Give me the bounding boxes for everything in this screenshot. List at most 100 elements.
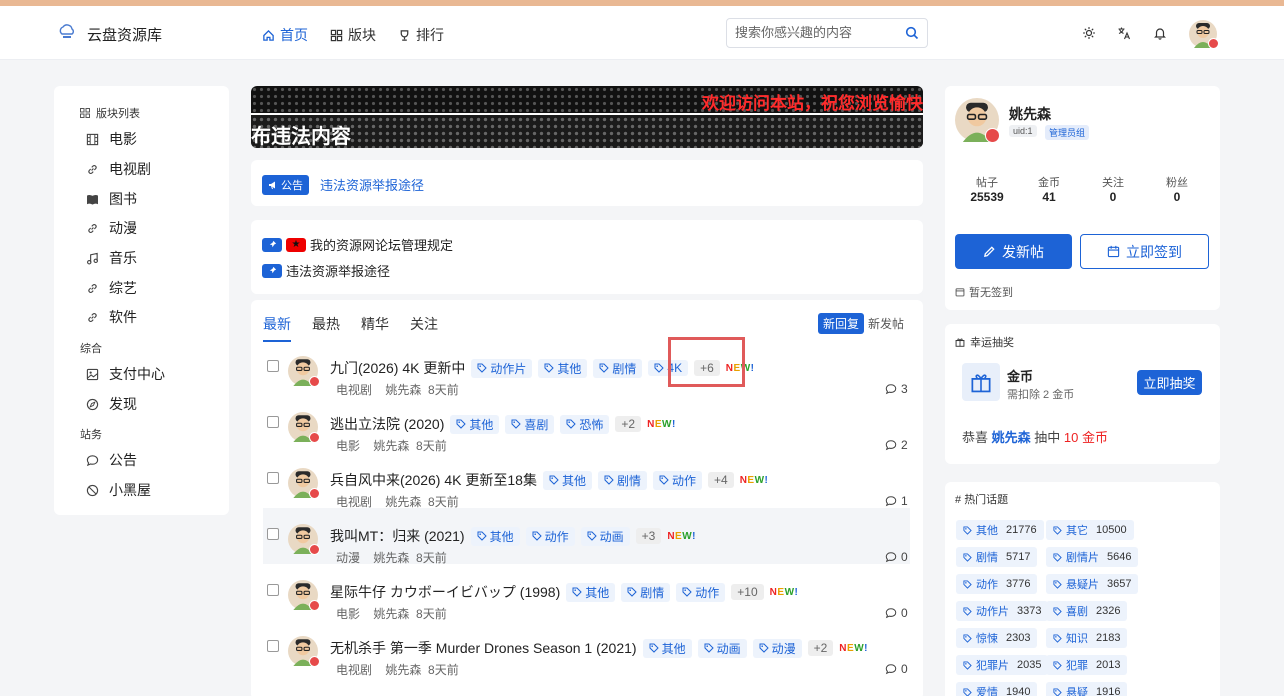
thread-tag[interactable]: 动作 — [525, 526, 575, 546]
thread-tag[interactable]: 剧情 — [621, 582, 671, 602]
thread-author-avatar[interactable] — [288, 468, 320, 499]
thread-author[interactable]: 姚先森 — [373, 607, 409, 621]
topic-tag[interactable]: 剧情 5717 — [956, 547, 1038, 567]
thread-author-avatar[interactable] — [288, 412, 320, 443]
thread-tag[interactable]: 剧情 — [593, 358, 643, 378]
thread-title[interactable]: 我叫MT：归来 (2021) — [330, 526, 465, 546]
bell-icon[interactable] — [1153, 26, 1167, 40]
thread-row[interactable]: 九门(2026) 4K 更新中 动作片 其他 剧情 4K +6 NEW! 电视剧 姚先森 8天… — [251, 340, 923, 397]
pinned-thread[interactable]: 违法资源举报途径 — [262, 261, 390, 280]
new-post-button[interactable]: 发新帖 — [955, 234, 1072, 269]
sidebar-item-books[interactable]: 图书 — [86, 189, 137, 209]
thread-author-avatar[interactable] — [288, 356, 320, 387]
thread-title[interactable]: 兵自风中来(2026) 4K 更新至18集 — [330, 470, 537, 490]
thread-author-avatar[interactable] — [288, 636, 320, 667]
thread-checkbox[interactable] — [267, 584, 279, 596]
topic-tag[interactable]: 动作片 3373 — [956, 601, 1049, 621]
sidebar-item-software[interactable]: 软件 — [86, 307, 137, 327]
nav-home[interactable]: 首页 — [262, 25, 308, 45]
sidebar-item-tv[interactable]: 电视剧 — [86, 159, 151, 179]
thread-tag[interactable]: 喜剧 — [505, 414, 555, 434]
theme-toggle-sun-icon[interactable] — [1082, 26, 1096, 40]
thread-tag[interactable]: 其他 — [538, 358, 588, 378]
tab-following[interactable]: 关注 — [410, 314, 438, 342]
tab-hot[interactable]: 最热 — [312, 314, 340, 342]
topic-tag[interactable]: 喜剧 2326 — [1046, 601, 1128, 621]
thread-title[interactable]: 九门(2026) 4K 更新中 — [330, 358, 465, 378]
tab-featured[interactable]: 精华 — [361, 314, 389, 342]
lottery-winner[interactable]: 姚先森 — [992, 430, 1031, 445]
thread-more-tags[interactable]: +3 — [635, 528, 662, 544]
thread-author-avatar[interactable] — [288, 580, 320, 611]
site-logo-icon[interactable] — [58, 23, 76, 41]
thread-row[interactable]: 星际牛仔 カウボーイビバップ (1998) 其他 剧情 动作 +10 NEW! 电影 姚先森… — [251, 564, 923, 621]
site-name[interactable]: 云盘资源库 — [87, 24, 162, 45]
thread-more-tags[interactable]: +2 — [615, 416, 642, 432]
thread-tag[interactable]: 动作片 — [471, 358, 533, 378]
topic-tag[interactable]: 犯罪 2013 — [1046, 655, 1128, 675]
thread-checkbox[interactable] — [267, 528, 279, 540]
thread-tag[interactable]: 其他 — [470, 526, 520, 546]
topic-tag[interactable]: 悬疑 1916 — [1046, 682, 1128, 696]
topic-tag[interactable]: 其它 10500 — [1046, 520, 1134, 540]
thread-author[interactable]: 姚先森 — [373, 551, 409, 565]
sidebar-item-music[interactable]: 音乐 — [86, 248, 137, 268]
tab-latest[interactable]: 最新 — [263, 314, 291, 342]
thread-tag[interactable]: 动作 — [652, 470, 702, 490]
thread-board[interactable]: 电影 — [336, 439, 360, 453]
thread-author-avatar[interactable] — [288, 524, 320, 555]
thread-board[interactable]: 电视剧 — [336, 495, 372, 509]
topic-tag[interactable]: 剧情片 5646 — [1046, 547, 1139, 567]
thread-tag[interactable]: 动画 — [580, 526, 630, 546]
thread-more-tags[interactable]: +2 — [807, 640, 834, 656]
thread-author[interactable]: 姚先森 — [385, 495, 421, 509]
thread-board[interactable]: 电影 — [336, 607, 360, 621]
topic-tag[interactable]: 爱情 1940 — [956, 682, 1038, 696]
thread-tag[interactable]: 剧情 — [597, 470, 647, 490]
sidebar-item-blackroom[interactable]: 小黑屋 — [86, 480, 151, 500]
sidebar-item-announcements[interactable]: 公告 — [86, 450, 137, 470]
thread-tag[interactable]: 动画 — [697, 638, 747, 658]
lottery-draw-button[interactable]: 立即抽奖 — [1137, 370, 1202, 395]
sidebar-item-discover[interactable]: 发现 — [86, 394, 137, 414]
thread-row[interactable]: 无机杀手 第一季 Murder Drones Season 1 (2021) 其他… — [251, 620, 923, 677]
topic-tag[interactable]: 犯罪片 2035 — [956, 655, 1049, 675]
thread-checkbox[interactable] — [267, 416, 279, 428]
user-avatar[interactable] — [1189, 20, 1219, 49]
thread-tag[interactable]: 动漫 — [752, 638, 802, 658]
thread-row[interactable]: 逃出立法院 (2020) 其他 喜剧 恐怖 +2 NEW! 电影 姚先森 8天前 2 — [251, 396, 923, 453]
nav-boards[interactable]: 版块 — [330, 25, 376, 45]
thread-tag[interactable]: 其他 — [566, 582, 616, 602]
thread-tag[interactable]: 动作 — [676, 582, 726, 602]
thread-title[interactable]: 逃出立法院 (2020) — [330, 414, 444, 434]
thread-checkbox[interactable] — [267, 472, 279, 484]
thread-row[interactable]: 我叫MT：归来 (2021) 其他 动作 动画 +3 NEW! 动漫 姚先森 8天前 0 — [263, 508, 910, 565]
nav-ranking[interactable]: 排行 — [398, 25, 444, 45]
thread-checkbox[interactable] — [267, 360, 279, 372]
thread-board[interactable]: 动漫 — [336, 551, 360, 565]
thread-board[interactable]: 电视剧 — [336, 383, 372, 397]
thread-more-tags[interactable]: +4 — [708, 472, 734, 488]
thread-checkbox[interactable] — [267, 640, 279, 652]
sidebar-item-payment[interactable]: 支付中心 — [86, 364, 165, 384]
topic-tag[interactable]: 其他 21776 — [956, 520, 1044, 540]
topic-tag[interactable]: 悬疑片 3657 — [1046, 574, 1139, 594]
thread-tag[interactable]: 恐怖 — [560, 414, 610, 434]
thread-author[interactable]: 姚先森 — [385, 663, 421, 677]
thread-title[interactable]: 无机杀手 第一季 Murder Drones Season 1 (2021) — [330, 638, 637, 658]
topic-tag[interactable]: 惊悚 2303 — [956, 628, 1038, 648]
thread-board[interactable]: 电视剧 — [336, 663, 372, 677]
sidebar-item-movie[interactable]: 电影 — [86, 129, 137, 149]
thread-tag[interactable]: 其他 — [542, 470, 592, 490]
topic-tag[interactable]: 知识 2183 — [1046, 628, 1128, 648]
pinned-thread[interactable]: ★ 我的资源网论坛管理规定 — [262, 235, 453, 254]
thread-tag[interactable]: 其他 — [642, 638, 692, 658]
profile-name[interactable]: 姚先森 — [1009, 104, 1051, 124]
language-icon[interactable] — [1117, 26, 1131, 40]
thread-title[interactable]: 星际牛仔 カウボーイビバップ (1998) — [330, 582, 560, 602]
search-icon[interactable] — [905, 26, 919, 40]
thread-tag[interactable]: 其他 — [450, 414, 500, 434]
thread-author[interactable]: 姚先森 — [373, 439, 409, 453]
sidebar-item-anime[interactable]: 动漫 — [86, 218, 137, 238]
thread-author[interactable]: 姚先森 — [385, 383, 421, 397]
